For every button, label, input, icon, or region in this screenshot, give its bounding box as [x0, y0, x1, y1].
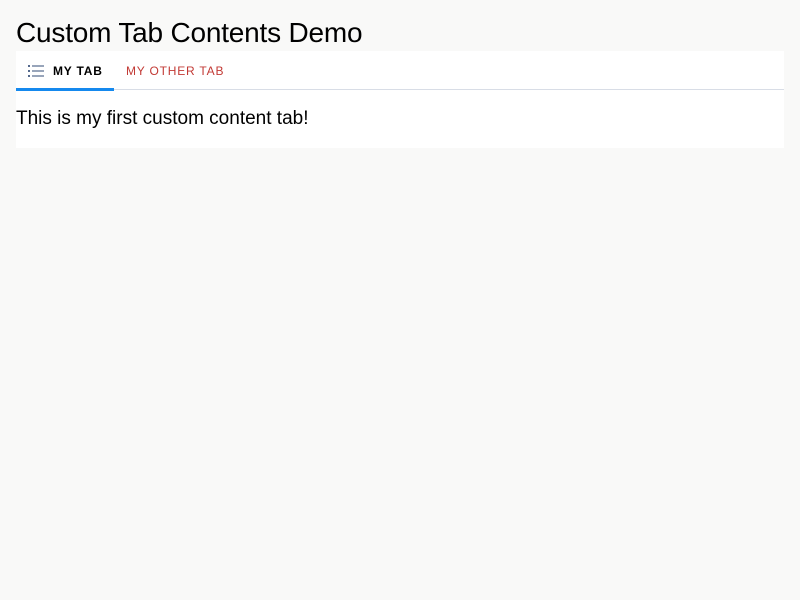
- tab-label: MY OTHER TAB: [126, 63, 225, 78]
- tabset-card: MY TAB MY OTHER TAB This is my first cus…: [16, 51, 784, 148]
- tab-label: MY TAB: [53, 63, 103, 78]
- page-title: Custom Tab Contents Demo: [16, 17, 363, 48]
- tab-my-other-tab[interactable]: MY OTHER TAB: [126, 51, 236, 90]
- tab-my-tab[interactable]: MY TAB: [16, 51, 114, 91]
- page: Custom Tab Contents Demo MY TAB MY OTHER…: [0, 0, 800, 600]
- tab-content: This is my first custom content tab!: [16, 108, 309, 129]
- list-icon: [28, 64, 44, 77]
- tab-bar: MY TAB MY OTHER TAB: [16, 51, 784, 91]
